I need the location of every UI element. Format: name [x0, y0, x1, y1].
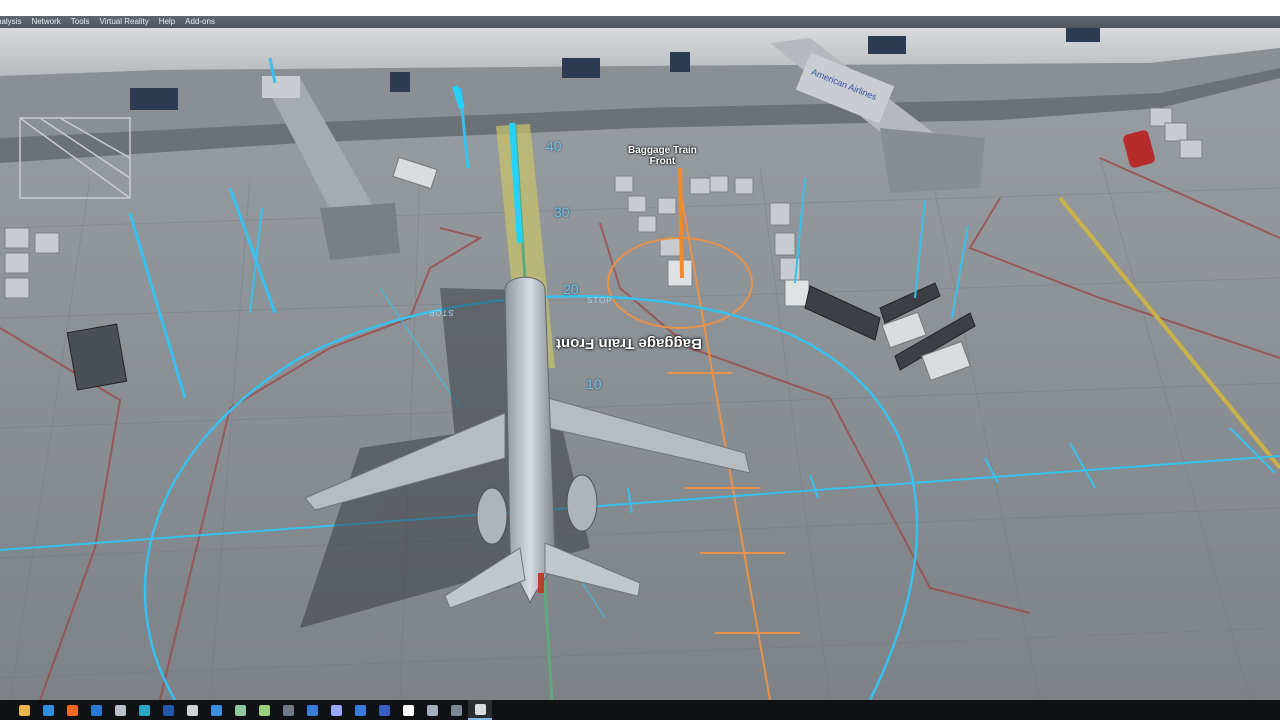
- image-icon-glyph: [234, 704, 246, 716]
- arrow-icon-glyph: [282, 704, 294, 716]
- refresh-icon[interactable]: [300, 700, 324, 720]
- dot-icon-glyph: [186, 704, 198, 716]
- window-title-strip: [0, 0, 1280, 16]
- baggage-train-front-label: Baggage Train Front: [628, 145, 697, 167]
- menu-virtual-reality[interactable]: Virtual Reality: [94, 16, 153, 28]
- apron-scene: American Airlines: [0, 28, 1280, 700]
- app-teal-icon[interactable]: [132, 700, 156, 720]
- record-icon[interactable]: [324, 700, 348, 720]
- mixer-icon[interactable]: [444, 700, 468, 720]
- distance-marker-40: 40: [546, 138, 562, 154]
- doc-icon[interactable]: [372, 700, 396, 720]
- file-explorer-icon[interactable]: [12, 700, 36, 720]
- menu-addons[interactable]: Add-ons: [180, 16, 220, 28]
- taskbar: [0, 700, 1280, 720]
- app-teal-icon-glyph: [138, 704, 150, 716]
- distance-marker-20: 20: [563, 281, 579, 297]
- file-explorer-icon-glyph: [18, 704, 30, 716]
- refresh-icon-glyph: [306, 704, 318, 716]
- firefox-icon[interactable]: [60, 700, 84, 720]
- app-blue-icon[interactable]: [84, 700, 108, 720]
- dot-icon[interactable]: [180, 700, 204, 720]
- firefox-icon-glyph: [66, 704, 78, 716]
- distance-marker-30: 30: [554, 204, 570, 220]
- gallery-icon-glyph: [426, 704, 438, 716]
- engine-left: [476, 487, 508, 545]
- photo-icon[interactable]: [252, 700, 276, 720]
- stop-marker-near: STOP: [587, 296, 613, 305]
- menu-network[interactable]: Network: [26, 16, 65, 28]
- menu-help[interactable]: Help: [154, 16, 180, 28]
- gallery-icon[interactable]: [420, 700, 444, 720]
- image-icon[interactable]: [228, 700, 252, 720]
- baggage-train-front-ground-label: Baggage Train Front: [556, 335, 702, 352]
- page-icon[interactable]: [396, 700, 420, 720]
- menu-bar: nalysis Network Tools Virtual Reality He…: [0, 16, 1280, 28]
- sim-icon[interactable]: [468, 700, 492, 720]
- record-icon-glyph: [330, 704, 342, 716]
- app-navy-icon[interactable]: [156, 700, 180, 720]
- simulator-3d-viewport[interactable]: American Airlines Baggage Train Front Ba…: [0, 28, 1280, 700]
- globe-icon[interactable]: [108, 700, 132, 720]
- mixer-icon-glyph: [450, 704, 462, 716]
- tail-stripe: [538, 573, 544, 593]
- sim-icon-glyph: [474, 703, 486, 715]
- distance-marker-10: 10: [586, 376, 602, 392]
- page-icon-glyph: [402, 704, 414, 716]
- arrow-icon[interactable]: [276, 700, 300, 720]
- globe-icon-glyph: [114, 704, 126, 716]
- pen-icon-glyph: [210, 704, 222, 716]
- search-app-icon[interactable]: [348, 700, 372, 720]
- photo-icon-glyph: [258, 704, 270, 716]
- app-navy-icon-glyph: [162, 704, 174, 716]
- stop-marker-far: STOP: [428, 308, 454, 317]
- edge-icon[interactable]: [36, 700, 60, 720]
- edge-icon-glyph: [42, 704, 54, 716]
- cart-beacon-orange: [678, 167, 684, 279]
- doc-icon-glyph: [378, 704, 390, 716]
- engine-right: [566, 474, 598, 532]
- pen-icon[interactable]: [204, 700, 228, 720]
- menu-analysis[interactable]: nalysis: [0, 16, 26, 28]
- app-blue-icon-glyph: [90, 704, 102, 716]
- menu-tools[interactable]: Tools: [66, 16, 95, 28]
- search-app-icon-glyph: [354, 704, 366, 716]
